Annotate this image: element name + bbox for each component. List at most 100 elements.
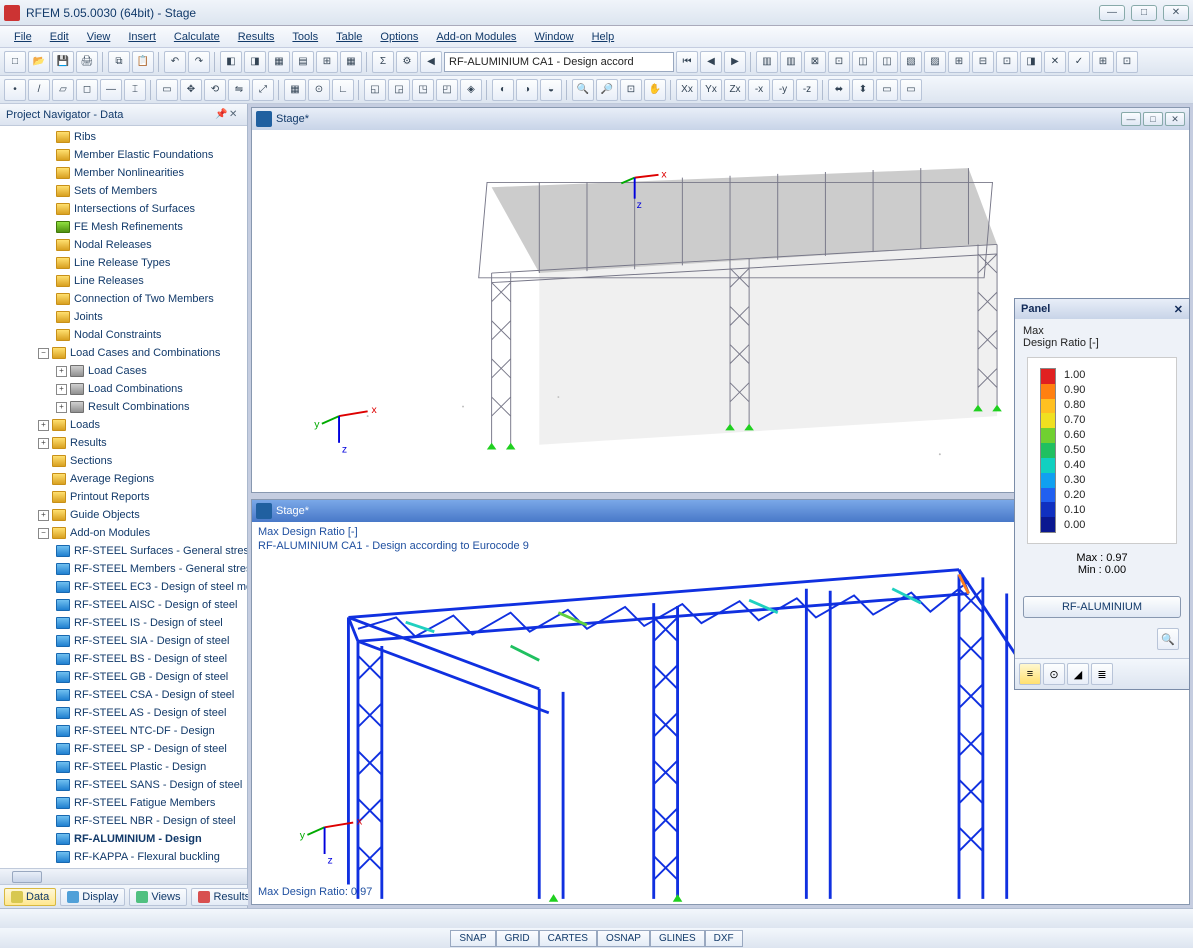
tree-item[interactable]: RF-STEEL SANS - Design of steel (0, 776, 247, 794)
res-g-icon[interactable]: ▧ (900, 51, 922, 73)
menu-calculate[interactable]: Calculate (166, 29, 228, 45)
render3-icon[interactable]: ◒ (540, 79, 562, 101)
vp-max-icon[interactable]: □ (1143, 112, 1163, 126)
status-tab-snap[interactable]: SNAP (450, 930, 495, 947)
section-icon[interactable]: ⌶ (124, 79, 146, 101)
tree-item[interactable]: Nodal Constraints (0, 326, 247, 344)
res-i-icon[interactable]: ⊞ (948, 51, 970, 73)
calc2-icon[interactable]: ⚙ (396, 51, 418, 73)
surface-icon[interactable]: ▱ (52, 79, 74, 101)
navigator-tree[interactable]: RibsMember Elastic FoundationsMember Non… (0, 126, 247, 868)
view2-icon[interactable]: ◲ (388, 79, 410, 101)
expander-icon[interactable]: + (56, 366, 67, 377)
tree-item[interactable]: RF-STEEL AISC - Design of steel (0, 596, 247, 614)
res-p-icon[interactable]: ⊡ (1116, 51, 1138, 73)
split-v-icon[interactable]: ⬍ (852, 79, 874, 101)
tree-item[interactable]: +Guide Objects (0, 506, 247, 524)
tree-item[interactable]: Line Releases (0, 272, 247, 290)
tree-item[interactable]: RF-STEEL Members - General stress analys… (0, 560, 247, 578)
tree-item[interactable]: RF-KAPPA - Flexural buckling (0, 848, 247, 866)
res-h-icon[interactable]: ▨ (924, 51, 946, 73)
expander-icon[interactable]: + (56, 402, 67, 413)
tree-item[interactable]: RF-STEEL IS - Design of steel (0, 614, 247, 632)
res-n-icon[interactable]: ✓ (1068, 51, 1090, 73)
tree-item[interactable]: Sections (0, 452, 247, 470)
tree-item[interactable]: +Result Combinations (0, 398, 247, 416)
vp-min-icon[interactable]: — (1121, 112, 1141, 126)
tree-item[interactable]: Printout Reports (0, 488, 247, 506)
new-icon[interactable]: □ (4, 51, 26, 73)
save-icon[interactable]: 💾 (52, 51, 74, 73)
neg-x-icon[interactable]: -x (748, 79, 770, 101)
tree-item[interactable]: +Load Combinations (0, 380, 247, 398)
menu-insert[interactable]: Insert (120, 29, 164, 45)
expander-icon[interactable]: + (38, 438, 49, 449)
node-icon[interactable]: • (4, 79, 26, 101)
menu-file[interactable]: File (6, 29, 40, 45)
print-icon[interactable]: 🖨 (76, 51, 98, 73)
tree-item[interactable]: RF-STEEL AS - Design of steel (0, 704, 247, 722)
tree-item[interactable]: Joints (0, 308, 247, 326)
tree-item[interactable]: Nodal Releases (0, 236, 247, 254)
tool-b-icon[interactable]: ◨ (244, 51, 266, 73)
res-l-icon[interactable]: ◨ (1020, 51, 1042, 73)
tree-item[interactable]: RF-STEEL Surfaces - General stress analy… (0, 542, 247, 560)
nav-tab-views[interactable]: Views (129, 888, 187, 906)
menu-table[interactable]: Table (328, 29, 370, 45)
tree-item[interactable]: Line Release Types (0, 254, 247, 272)
zoom-fit-icon[interactable]: ⊡ (620, 79, 642, 101)
tree-item[interactable]: RF-STEEL SIA - Design of steel (0, 632, 247, 650)
expander-icon[interactable]: + (38, 420, 49, 431)
status-tab-osnap[interactable]: OSNAP (597, 930, 650, 947)
tree-item[interactable]: RF-STEEL NBR - Design of steel (0, 812, 247, 830)
scale-icon[interactable]: ⤢ (252, 79, 274, 101)
panel-title-bar[interactable]: Panel ✕ (1015, 299, 1189, 319)
expander-icon[interactable]: + (38, 510, 49, 521)
member-icon[interactable]: — (100, 79, 122, 101)
res-c-icon[interactable]: ⊠ (804, 51, 826, 73)
tool-c-icon[interactable]: ▦ (268, 51, 290, 73)
zoom-in-icon[interactable]: 🔍 (572, 79, 594, 101)
pan-icon[interactable]: ✋ (644, 79, 666, 101)
panel-module-button[interactable]: RF-ALUMINIUM (1023, 596, 1181, 618)
tree-item[interactable]: Sets of Members (0, 182, 247, 200)
z-x-icon[interactable]: Zx (724, 79, 746, 101)
tree-item[interactable]: −Load Cases and Combinations (0, 344, 247, 362)
res-f-icon[interactable]: ◫ (876, 51, 898, 73)
nav-tab-data[interactable]: Data (4, 888, 56, 906)
view1-icon[interactable]: ◱ (364, 79, 386, 101)
render2-icon[interactable]: ◑ (516, 79, 538, 101)
menu-edit[interactable]: Edit (42, 29, 77, 45)
tree-item[interactable]: RF-STEEL EC3 - Design of steel members (0, 578, 247, 596)
tree-item[interactable]: RF-STEEL BS - Design of steel (0, 650, 247, 668)
close-button[interactable]: ✕ (1163, 5, 1189, 21)
navigator-close-icon[interactable]: ✕ (229, 109, 241, 121)
nav-tab-display[interactable]: Display (60, 888, 125, 906)
tree-item[interactable]: RF-STEEL Plastic - Design (0, 758, 247, 776)
tree-item[interactable]: +Loads (0, 416, 247, 434)
res-o-icon[interactable]: ⊞ (1092, 51, 1114, 73)
tree-item[interactable]: −Add-on Modules (0, 524, 247, 542)
nav-prev-icon[interactable]: ◀ (700, 51, 722, 73)
expander-icon[interactable]: − (38, 528, 49, 539)
grid-icon[interactable]: ▦ (284, 79, 306, 101)
tree-item[interactable]: RF-STEEL NTC-DF - Design (0, 722, 247, 740)
menu-options[interactable]: Options (372, 29, 426, 45)
line-icon[interactable]: / (28, 79, 50, 101)
vp-close-icon[interactable]: ✕ (1165, 112, 1185, 126)
res-m-icon[interactable]: ✕ (1044, 51, 1066, 73)
tree-item[interactable]: Average Regions (0, 470, 247, 488)
minimize-button[interactable]: — (1099, 5, 1125, 21)
pin-icon[interactable]: 📌 (215, 109, 227, 121)
module-combo[interactable]: RF-ALUMINIUM CA1 - Design accord (444, 52, 674, 72)
copy-icon[interactable]: ⧉ (108, 51, 130, 73)
tree-item[interactable]: RF-STEEL CSA - Design of steel (0, 686, 247, 704)
panel-tab1-icon[interactable]: ≡ (1019, 663, 1041, 685)
res-d-icon[interactable]: ⊡ (828, 51, 850, 73)
undo-icon[interactable]: ↶ (164, 51, 186, 73)
tree-item[interactable]: Member Elastic Foundations (0, 146, 247, 164)
tree-item[interactable]: RF-ALUMINIUM - Design (0, 830, 247, 848)
res-e-icon[interactable]: ◫ (852, 51, 874, 73)
split-h-icon[interactable]: ⬌ (828, 79, 850, 101)
nav-first-icon[interactable]: ⏮ (676, 51, 698, 73)
